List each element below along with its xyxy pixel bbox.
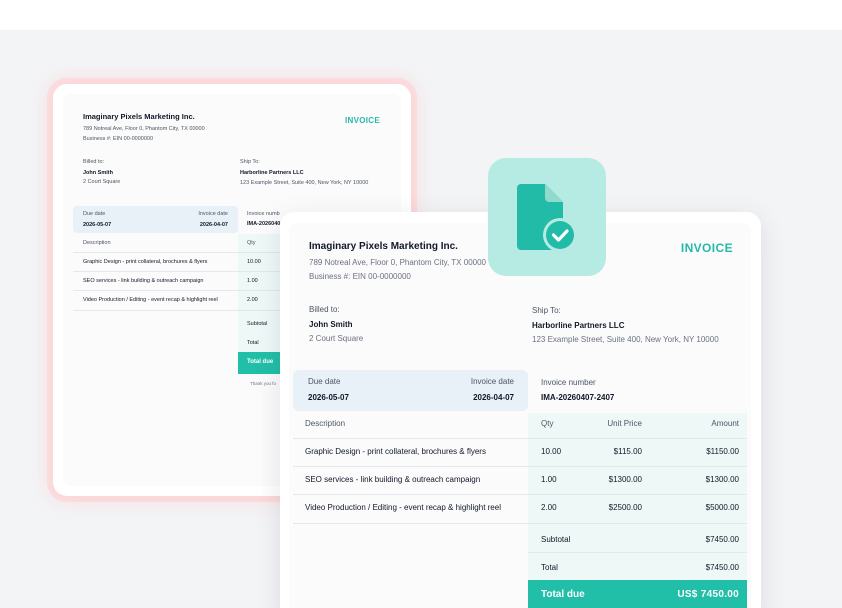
back-invoice-number-label: Invoice numb	[247, 211, 280, 217]
back-billed-to-label: Billed to:	[83, 159, 105, 165]
row-unit-price: $2500.00	[608, 503, 642, 512]
row-qty: 10.00	[541, 447, 562, 456]
subtotal-label: Subtotal	[541, 535, 571, 544]
billed-to-name: John Smith	[309, 320, 353, 329]
back-row-qty: 2.00	[247, 297, 258, 303]
document-check-tile	[488, 158, 606, 276]
company-address: 789 Notreal Ave, Floor 0, Phantom City, …	[309, 258, 486, 267]
back-subtotal-label: Subtotal	[247, 321, 268, 327]
total-label: Total	[541, 563, 558, 572]
invoice-number: IMA-20260407-2407	[541, 393, 615, 402]
invoice-date-label: Invoice date	[470, 377, 514, 386]
row-qty: 2.00	[541, 503, 557, 512]
back-company-name: Imaginary Pixels Marketing Inc.	[83, 112, 195, 121]
billed-to-label: Billed to:	[309, 305, 340, 314]
header-qty: Qty	[541, 419, 554, 428]
back-row-qty: 1.00	[247, 278, 258, 284]
row-description: Video Production / Editing - event recap…	[305, 503, 501, 512]
total-due-value: US$ 7450.00	[677, 589, 739, 600]
billed-to-address: 2 Court Square	[309, 334, 364, 343]
row-qty: 1.00	[541, 475, 557, 484]
table-divider	[293, 466, 747, 467]
back-billed-to-address: 2 Court Square	[83, 179, 121, 185]
table-divider	[293, 494, 747, 495]
header-amount: Amount	[711, 419, 739, 428]
row-amount: $1150.00	[706, 447, 739, 456]
back-business-number: Business #: EIN 00-0000000	[83, 136, 154, 142]
subtotal-value: $7450.00	[705, 535, 739, 544]
row-amount: $1300.00	[705, 475, 739, 484]
row-amount: $5000.00	[705, 503, 739, 512]
back-row-description: Graphic Design - print collateral, broch…	[83, 259, 208, 265]
row-unit-price: $115.00	[613, 447, 642, 456]
back-due-date: 2026-05-07	[83, 222, 112, 228]
back-row-qty: 10.00	[247, 259, 261, 265]
back-row-description: Video Production / Editing - event recap…	[83, 297, 218, 303]
back-total-due-label: Total due	[247, 359, 274, 365]
business-number: Business #: EIN 00-0000000	[309, 272, 411, 281]
back-total-label: Total	[247, 340, 259, 346]
row-unit-price: $1300.00	[608, 475, 642, 484]
back-header-description: Description	[83, 240, 111, 246]
back-ship-to-name: Harborline Partners LLC	[240, 170, 304, 176]
back-ship-to-address: 123 Example Street, Suite 400, New York,…	[240, 180, 369, 186]
front-invoice-sheet: Imaginary Pixels Marketing Inc. 789 Notr…	[289, 223, 751, 608]
header-description: Description	[305, 419, 346, 428]
header-unit-price: Unit Price	[607, 419, 642, 428]
due-date-label: Due date	[308, 377, 341, 386]
row-description: SEO services - link building & outreach …	[305, 475, 481, 484]
total-value: $7450.00	[705, 563, 739, 572]
invoice-title: INVOICE	[680, 241, 733, 255]
back-invoice-title: INVOICE	[345, 116, 380, 125]
back-invoice-date-label: Invoice date	[198, 211, 228, 217]
total-due-bar: Total due US$ 7450.00	[528, 580, 747, 608]
due-date: 2026-05-07	[308, 393, 349, 402]
back-ship-to-label: Ship To:	[240, 159, 260, 165]
invoice-number-label: Invoice number	[541, 378, 596, 387]
ship-to-address: 123 Example Street, Suite 400, New York,…	[532, 335, 719, 344]
ship-to-label: Ship To:	[532, 306, 561, 315]
table-divider	[293, 523, 747, 524]
back-billed-to-name: John Smith	[83, 170, 113, 176]
dates-panel: Due date 2026-05-07 Invoice date 2026-04…	[293, 370, 528, 411]
total-due-label: Total due	[541, 589, 585, 600]
document-check-icon	[517, 184, 577, 250]
ship-to-name: Harborline Partners LLC	[532, 321, 625, 330]
row-description: Graphic Design - print collateral, broch…	[305, 447, 486, 456]
back-row-description: SEO services - link building & outreach …	[83, 278, 204, 284]
back-invoice-number: IMA-2026040	[247, 221, 281, 227]
back-due-date-label: Due date	[83, 211, 106, 217]
back-dates-panel: Due date 2026-05-07 Invoice date 2026-04…	[73, 206, 238, 233]
back-header-qty: Qty	[247, 240, 256, 246]
top-strip	[0, 0, 842, 30]
invoice-date: 2026-04-07	[473, 393, 514, 402]
back-invoice-date: 2026-04-07	[199, 222, 228, 228]
totals-divider	[528, 552, 747, 553]
company-name: Imaginary Pixels Marketing Inc.	[309, 241, 458, 252]
back-thank-you-note: Thank you fo	[250, 381, 277, 386]
table-divider	[293, 438, 747, 439]
back-company-address: 789 Notreal Ave, Floor 0, Phantom City, …	[83, 126, 205, 132]
